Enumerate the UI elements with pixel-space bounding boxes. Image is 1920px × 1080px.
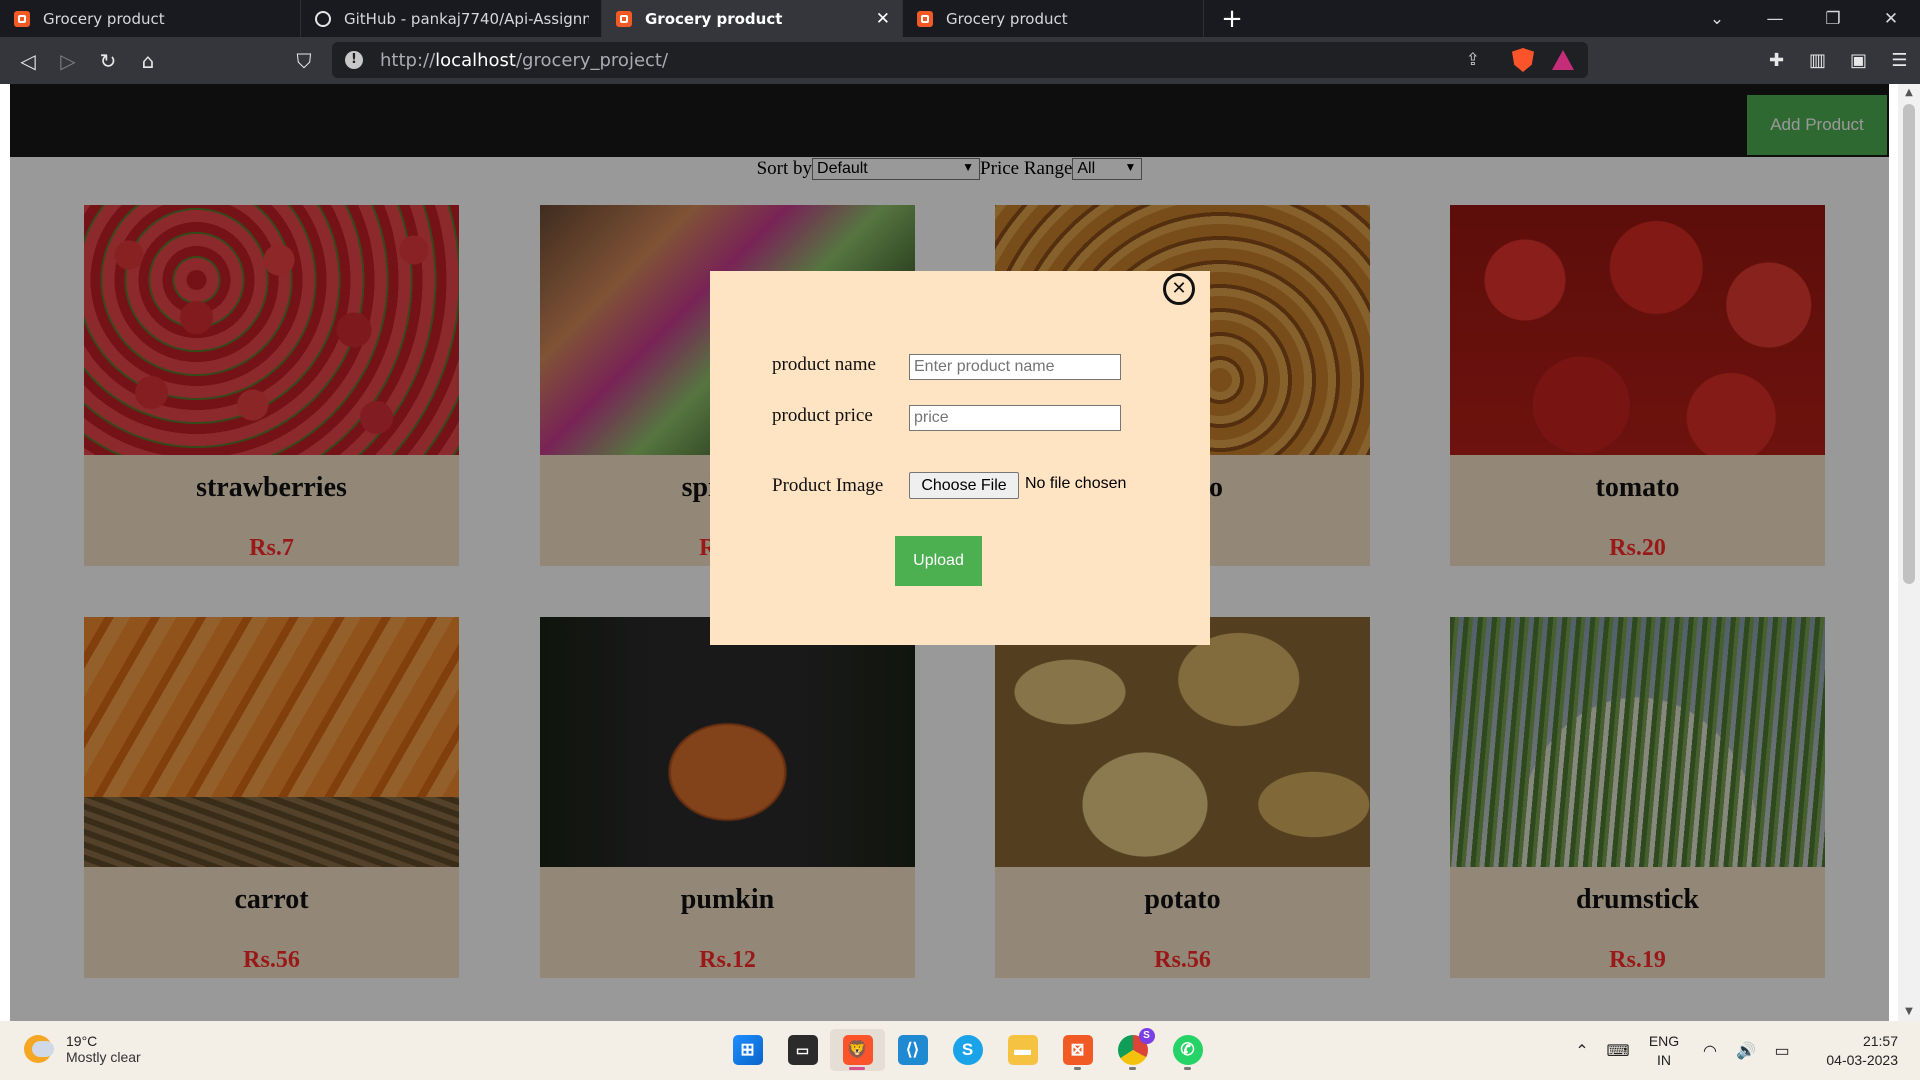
- page-content: Add Product Sort by Default ▼ Price Rang…: [10, 84, 1889, 1021]
- url-text[interactable]: http://localhost/grocery_project/: [380, 50, 668, 71]
- language-indicator[interactable]: ENG IN: [1636, 1032, 1692, 1070]
- extensions-icon[interactable]: ✚: [1756, 50, 1797, 71]
- scroll-up-icon[interactable]: ▲: [1898, 84, 1920, 102]
- reload-icon[interactable]: ↻: [88, 49, 128, 73]
- tab-title: GitHub - pankaj7740/Api-Assignment-: [344, 9, 589, 28]
- language-code: ENG: [1648, 1032, 1680, 1049]
- minimize-icon[interactable]: —: [1746, 9, 1804, 29]
- volume-icon[interactable]: 🔊: [1728, 1041, 1764, 1061]
- tab-title: Grocery product: [645, 9, 783, 28]
- chrome-profile-badge: S: [1138, 1028, 1155, 1044]
- chrome-app[interactable]: S: [1105, 1028, 1160, 1071]
- tab-title: Grocery product: [43, 9, 165, 28]
- vscode-icon: ⟨⟩: [897, 1035, 928, 1065]
- scroll-down-icon[interactable]: ▼: [1898, 1003, 1920, 1021]
- github-icon: [315, 10, 331, 27]
- tab-github[interactable]: GitHub - pankaj7740/Api-Assignment-: [301, 0, 602, 37]
- brave-app[interactable]: 🦁: [830, 1029, 885, 1071]
- toolbar: ◁ ▷ ↻ ⌂ ⛉ ! http://localhost/grocery_pro…: [0, 37, 1920, 84]
- weather-widget[interactable]: 19°C Mostly clear: [24, 1033, 141, 1065]
- url-path: /grocery_project/: [515, 49, 669, 71]
- brave-rewards-icon[interactable]: [1552, 50, 1574, 70]
- whatsapp-app[interactable]: ✆: [1160, 1029, 1215, 1071]
- tab-search-chevron-icon[interactable]: ⌄: [1688, 9, 1746, 29]
- battery-icon[interactable]: ▭: [1764, 1041, 1800, 1061]
- sidebar-icon[interactable]: ▥: [1797, 50, 1838, 71]
- vscode-app[interactable]: ⟨⟩: [885, 1029, 940, 1071]
- system-tray: ⌃ ⌨ ENG IN ◠ 🔊 ▭ 21:57 04-03-2023: [1564, 1021, 1920, 1080]
- site-info-icon[interactable]: !: [345, 51, 363, 69]
- window-controls: ⌄ — ❐ ✕: [1688, 0, 1920, 37]
- chevron-up-icon[interactable]: ⌃: [1564, 1041, 1600, 1061]
- wallet-icon[interactable]: ▣: [1838, 50, 1879, 71]
- tab-grocery-active[interactable]: Grocery product ✕: [602, 0, 903, 37]
- keyboard-icon[interactable]: ⌨: [1600, 1041, 1636, 1061]
- product-image-label: Product Image: [772, 475, 884, 496]
- back-icon[interactable]: ◁: [8, 49, 48, 73]
- time: 21:57: [1862, 1032, 1898, 1049]
- weather-temperature: 19°C: [66, 1033, 98, 1049]
- clock[interactable]: 21:57 04-03-2023: [1800, 1032, 1920, 1070]
- new-tab-button[interactable]: +: [1204, 0, 1260, 37]
- folder-icon: ▬: [1007, 1035, 1038, 1065]
- wifi-icon[interactable]: ◠: [1692, 1041, 1728, 1061]
- date: 04-03-2023: [1826, 1051, 1898, 1068]
- share-icon[interactable]: ⇪: [1466, 50, 1480, 70]
- skype-icon: S: [952, 1035, 983, 1065]
- xampp-app[interactable]: ⊠: [1050, 1029, 1105, 1071]
- tab-grocery-3[interactable]: Grocery product: [903, 0, 1204, 37]
- menu-icon[interactable]: ☰: [1879, 50, 1920, 71]
- windows-icon: ⊞: [732, 1035, 763, 1065]
- close-icon[interactable]: ✕: [1163, 273, 1195, 305]
- product-name-input[interactable]: Enter product name: [909, 354, 1121, 380]
- moon-cloud-icon: [24, 1035, 54, 1063]
- xampp-icon: [14, 10, 30, 27]
- tab-grocery-1[interactable]: Grocery product: [0, 0, 301, 37]
- product-name-label: product name: [772, 354, 876, 375]
- taskbar-apps: ⊞ ▭ 🦁 ⟨⟩ S ▬ ⊠ S ✆: [720, 1028, 1215, 1071]
- xampp-icon: [917, 10, 933, 27]
- choose-file-button[interactable]: Choose File: [909, 472, 1019, 499]
- xampp-icon: [616, 10, 632, 27]
- start-button[interactable]: ⊞: [720, 1029, 775, 1071]
- file-explorer-app[interactable]: ▬: [995, 1029, 1050, 1071]
- product-price-label: product price: [772, 405, 873, 426]
- task-view-button[interactable]: ▭: [775, 1029, 830, 1071]
- bookmark-icon[interactable]: ⛉: [284, 49, 324, 73]
- xampp-icon: ⊠: [1062, 1035, 1093, 1065]
- product-price-input[interactable]: price: [909, 405, 1121, 431]
- chrome-icon: S: [1117, 1028, 1155, 1065]
- forward-icon[interactable]: ▷: [48, 49, 88, 73]
- scrollbar-thumb[interactable]: [1903, 104, 1915, 584]
- tab-title: Grocery product: [946, 9, 1068, 28]
- brave-icon: 🦁: [842, 1035, 873, 1065]
- weather-description: Mostly clear: [66, 1049, 141, 1065]
- tab-bar: Grocery product GitHub - pankaj7740/Api-…: [0, 0, 1920, 37]
- skype-app[interactable]: S: [940, 1029, 995, 1071]
- home-icon[interactable]: ⌂: [128, 49, 168, 73]
- whatsapp-icon: ✆: [1172, 1035, 1203, 1065]
- close-tab-icon[interactable]: ✕: [876, 9, 890, 29]
- brave-shields-icon[interactable]: [1512, 48, 1534, 72]
- browser-tools: ✚ ▥ ▣ ☰: [1756, 37, 1920, 84]
- region-code: IN: [1657, 1051, 1671, 1068]
- add-product-modal: ✕ product name Enter product name produc…: [710, 271, 1210, 645]
- file-status-text: No file chosen: [1025, 475, 1127, 492]
- taskbar: 19°C Mostly clear ⊞ ▭ 🦁 ⟨⟩ S ▬ ⊠ S ✆ ⌃ ⌨…: [0, 1021, 1920, 1080]
- url-bar[interactable]: ! http://localhost/grocery_project/ ⇪: [332, 42, 1588, 78]
- task-view-icon: ▭: [787, 1035, 818, 1065]
- close-window-icon[interactable]: ✕: [1862, 9, 1920, 29]
- upload-button[interactable]: Upload: [895, 536, 982, 586]
- maximize-icon[interactable]: ❐: [1804, 9, 1862, 29]
- url-prefix: http://: [380, 49, 436, 71]
- page-scrollbar[interactable]: ▲ ▼: [1898, 84, 1920, 1021]
- url-host: localhost: [435, 49, 516, 71]
